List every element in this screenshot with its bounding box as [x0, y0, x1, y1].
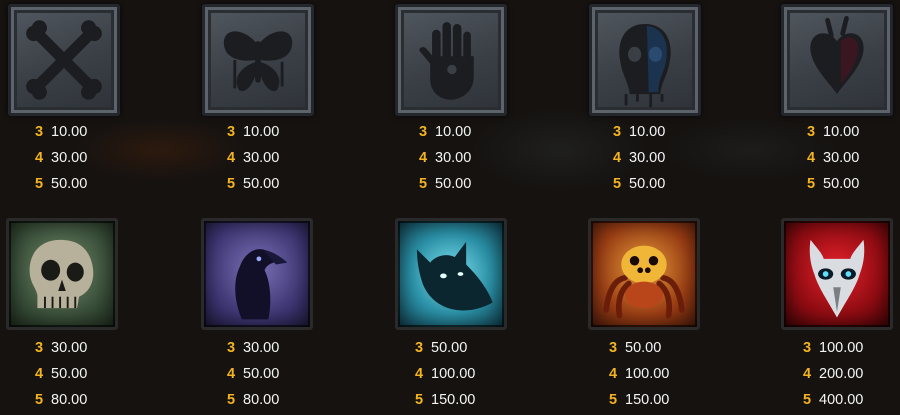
pay-row: 4 30.00	[227, 150, 280, 166]
paytable-entry-skull-mask: 3 10.00 4 30.00 5 50.00	[613, 119, 723, 197]
pay-row: 3 100.00	[803, 340, 864, 356]
pay-row: 3 30.00	[35, 340, 88, 356]
pay-row: 3 10.00	[419, 124, 472, 140]
skull-mask-icon	[619, 24, 671, 108]
demon-skull-icon	[809, 239, 865, 318]
pay-row: 4 100.00	[415, 366, 476, 382]
pay-row: 3 10.00	[613, 124, 666, 140]
symbol-tile-butterfly	[202, 4, 314, 116]
pay-row: 3 30.00	[227, 340, 280, 356]
symbol-tile-skull-mask	[589, 4, 701, 116]
pay-row: 4 200.00	[803, 366, 864, 382]
paytable-entry-demon-skull: 3 100.00 4 200.00 5 400.00	[803, 335, 900, 413]
pay-row: 3 50.00	[609, 340, 662, 356]
pay-row: 5 150.00	[415, 392, 476, 408]
pay-row: 5 50.00	[613, 176, 666, 192]
pay-row: 5 50.00	[807, 176, 860, 192]
paytable-entry-butterfly: 3 10.00 4 30.00 5 50.00	[227, 119, 337, 197]
heart-icon	[810, 15, 864, 95]
pay-row: 3 10.00	[35, 124, 88, 140]
skull-icon	[29, 239, 94, 309]
pay-row: 4 30.00	[35, 150, 88, 166]
hand-icon	[419, 22, 474, 100]
paytable-entry-skull: 3 30.00 4 50.00 5 80.00	[35, 335, 145, 413]
pay-row: 5 80.00	[227, 392, 280, 408]
crossed-bones-icon	[26, 20, 102, 100]
pay-row: 4 100.00	[609, 366, 670, 382]
pay-row: 5 50.00	[419, 176, 472, 192]
paytable-entry-spider: 3 50.00 4 100.00 5 150.00	[609, 335, 719, 413]
wolf-icon	[416, 241, 493, 311]
symbol-tile-raven	[201, 218, 313, 330]
pay-row: 4 50.00	[227, 366, 280, 382]
spider-icon	[603, 245, 685, 319]
symbol-tile-spider	[588, 218, 700, 330]
pay-row: 3 10.00	[227, 124, 280, 140]
paytable-entry-heart: 3 10.00 4 30.00 5 50.00	[807, 119, 900, 197]
pay-row: 5 400.00	[803, 392, 864, 408]
paytable-entry-raven: 3 30.00 4 50.00 5 80.00	[227, 335, 337, 413]
symbol-tile-heart	[781, 4, 893, 116]
pay-row: 5 150.00	[609, 392, 670, 408]
pay-row: 3 50.00	[415, 340, 468, 356]
pay-row: 5 50.00	[227, 176, 280, 192]
pay-row: 3 10.00	[807, 124, 860, 140]
symbol-tile-skull	[6, 218, 118, 330]
pay-row: 4 30.00	[613, 150, 666, 166]
pay-row: 4 30.00	[419, 150, 472, 166]
paytable-entry-hand: 3 10.00 4 30.00 5 50.00	[419, 119, 529, 197]
paytable-entry-wolf: 3 50.00 4 100.00 5 150.00	[415, 335, 525, 413]
symbol-tile-bones	[8, 4, 120, 116]
paytable-entry-bones: 3 10.00 4 30.00 5 50.00	[35, 119, 145, 197]
symbol-tile-hand	[395, 4, 507, 116]
pay-row: 4 30.00	[807, 150, 860, 166]
paytable: 3 10.00 4 30.00 5 50.00 3 10.00 4 30.00 5 50.0…	[0, 0, 900, 415]
pay-row: 5 50.00	[35, 176, 88, 192]
pay-row: 5 80.00	[35, 392, 88, 408]
butterfly-icon	[223, 31, 293, 92]
symbol-tile-wolf	[395, 218, 507, 330]
symbol-tile-demon-skull	[781, 218, 893, 330]
pay-row: 4 50.00	[35, 366, 88, 382]
raven-icon	[235, 249, 288, 320]
